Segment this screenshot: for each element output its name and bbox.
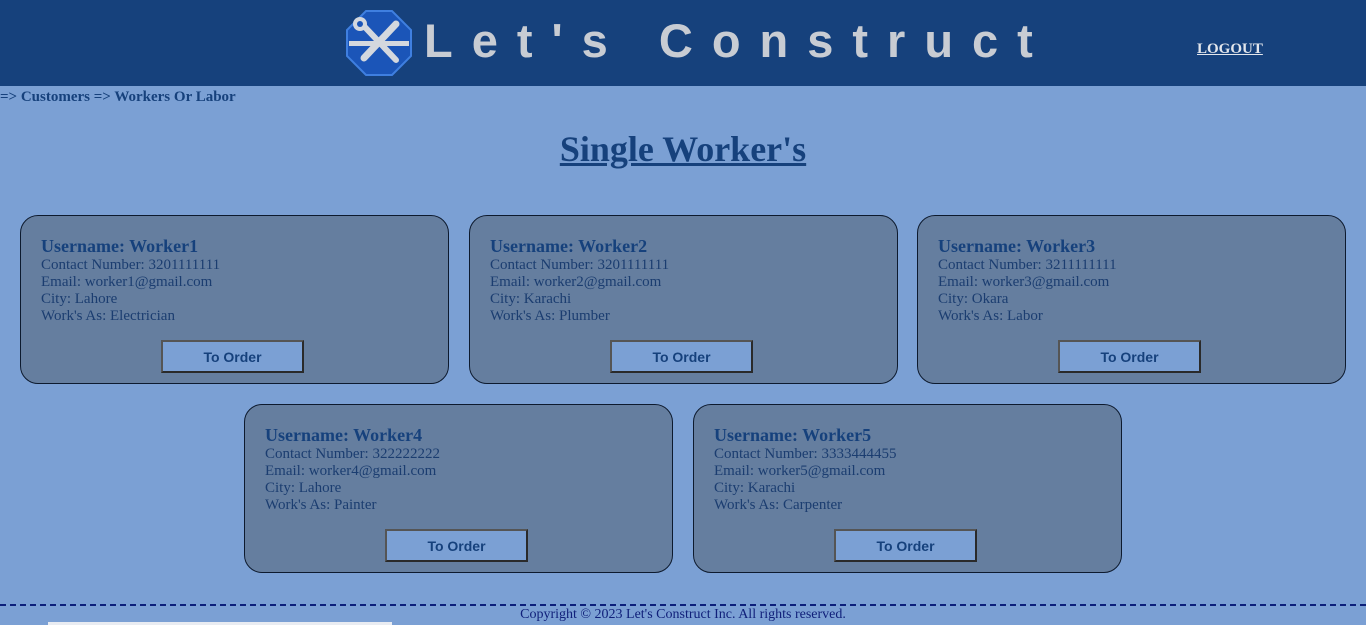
to-order-button[interactable]: To Order bbox=[161, 340, 304, 373]
worker-role: Work's As: Carpenter bbox=[714, 497, 843, 513]
worker-email: Email: worker3@gmail.com bbox=[938, 274, 1110, 290]
to-order-button[interactable]: To Order bbox=[610, 340, 753, 373]
worker-email: Email: worker1@gmail.com bbox=[41, 274, 213, 290]
worker-city: City: Karachi bbox=[714, 480, 796, 496]
footer-copyright: Copyright © 2023 Let's Construct Inc. Al… bbox=[520, 607, 846, 622]
to-order-button[interactable]: To Order bbox=[385, 529, 528, 562]
worker-contact: Contact Number: 3201111111 bbox=[490, 257, 670, 273]
worker-email: Email: worker5@gmail.com bbox=[714, 463, 886, 479]
worker-contact: Contact Number: 3333444455 bbox=[714, 446, 897, 462]
worker-username: Username: Worker5 bbox=[714, 425, 872, 445]
logout-link[interactable]: LOGOUT bbox=[1197, 41, 1263, 58]
worker-city: City: Okara bbox=[938, 291, 1009, 307]
worker-role: Work's As: Labor bbox=[938, 308, 1043, 324]
worker-city: City: Lahore bbox=[265, 480, 342, 496]
to-order-button[interactable]: To Order bbox=[1058, 340, 1201, 373]
brand-title: Let's Construct bbox=[424, 14, 1052, 67]
page-title: Single Worker's bbox=[559, 129, 807, 169]
worker-username: Username: Worker2 bbox=[490, 236, 648, 256]
worker-role: Work's As: Electrician bbox=[41, 308, 175, 324]
worker-email: Email: worker4@gmail.com bbox=[265, 463, 437, 479]
worker-role: Work's As: Plumber bbox=[490, 308, 610, 324]
to-order-button[interactable]: To Order bbox=[834, 529, 977, 562]
worker-city: City: Karachi bbox=[490, 291, 572, 307]
worker-card: Username: Worker5 Contact Number: 333344… bbox=[693, 404, 1122, 573]
worker-contact: Contact Number: 322222222 bbox=[265, 446, 440, 462]
worker-username: Username: Worker1 bbox=[41, 236, 199, 256]
wrench-screwdriver-icon bbox=[346, 10, 412, 76]
worker-email: Email: worker2@gmail.com bbox=[490, 274, 662, 290]
worker-card: Username: Worker2 Contact Number: 320111… bbox=[469, 215, 898, 384]
worker-city: City: Lahore bbox=[41, 291, 118, 307]
worker-card: Username: Worker1 Contact Number: 320111… bbox=[20, 215, 449, 384]
worker-username: Username: Worker3 bbox=[938, 236, 1096, 256]
worker-card: Username: Worker4 Contact Number: 322222… bbox=[244, 404, 673, 573]
worker-username: Username: Worker4 bbox=[265, 425, 423, 445]
worker-contact: Contact Number: 3201111111 bbox=[41, 257, 221, 273]
worker-card: Username: Worker3 Contact Number: 321111… bbox=[917, 215, 1346, 384]
worker-role: Work's As: Painter bbox=[265, 497, 377, 513]
worker-contact: Contact Number: 3211111111 bbox=[938, 257, 1117, 273]
breadcrumb: => Customers => Workers Or Labor bbox=[0, 89, 236, 105]
site-header: Let's Construct LOGOUT bbox=[0, 0, 1366, 86]
